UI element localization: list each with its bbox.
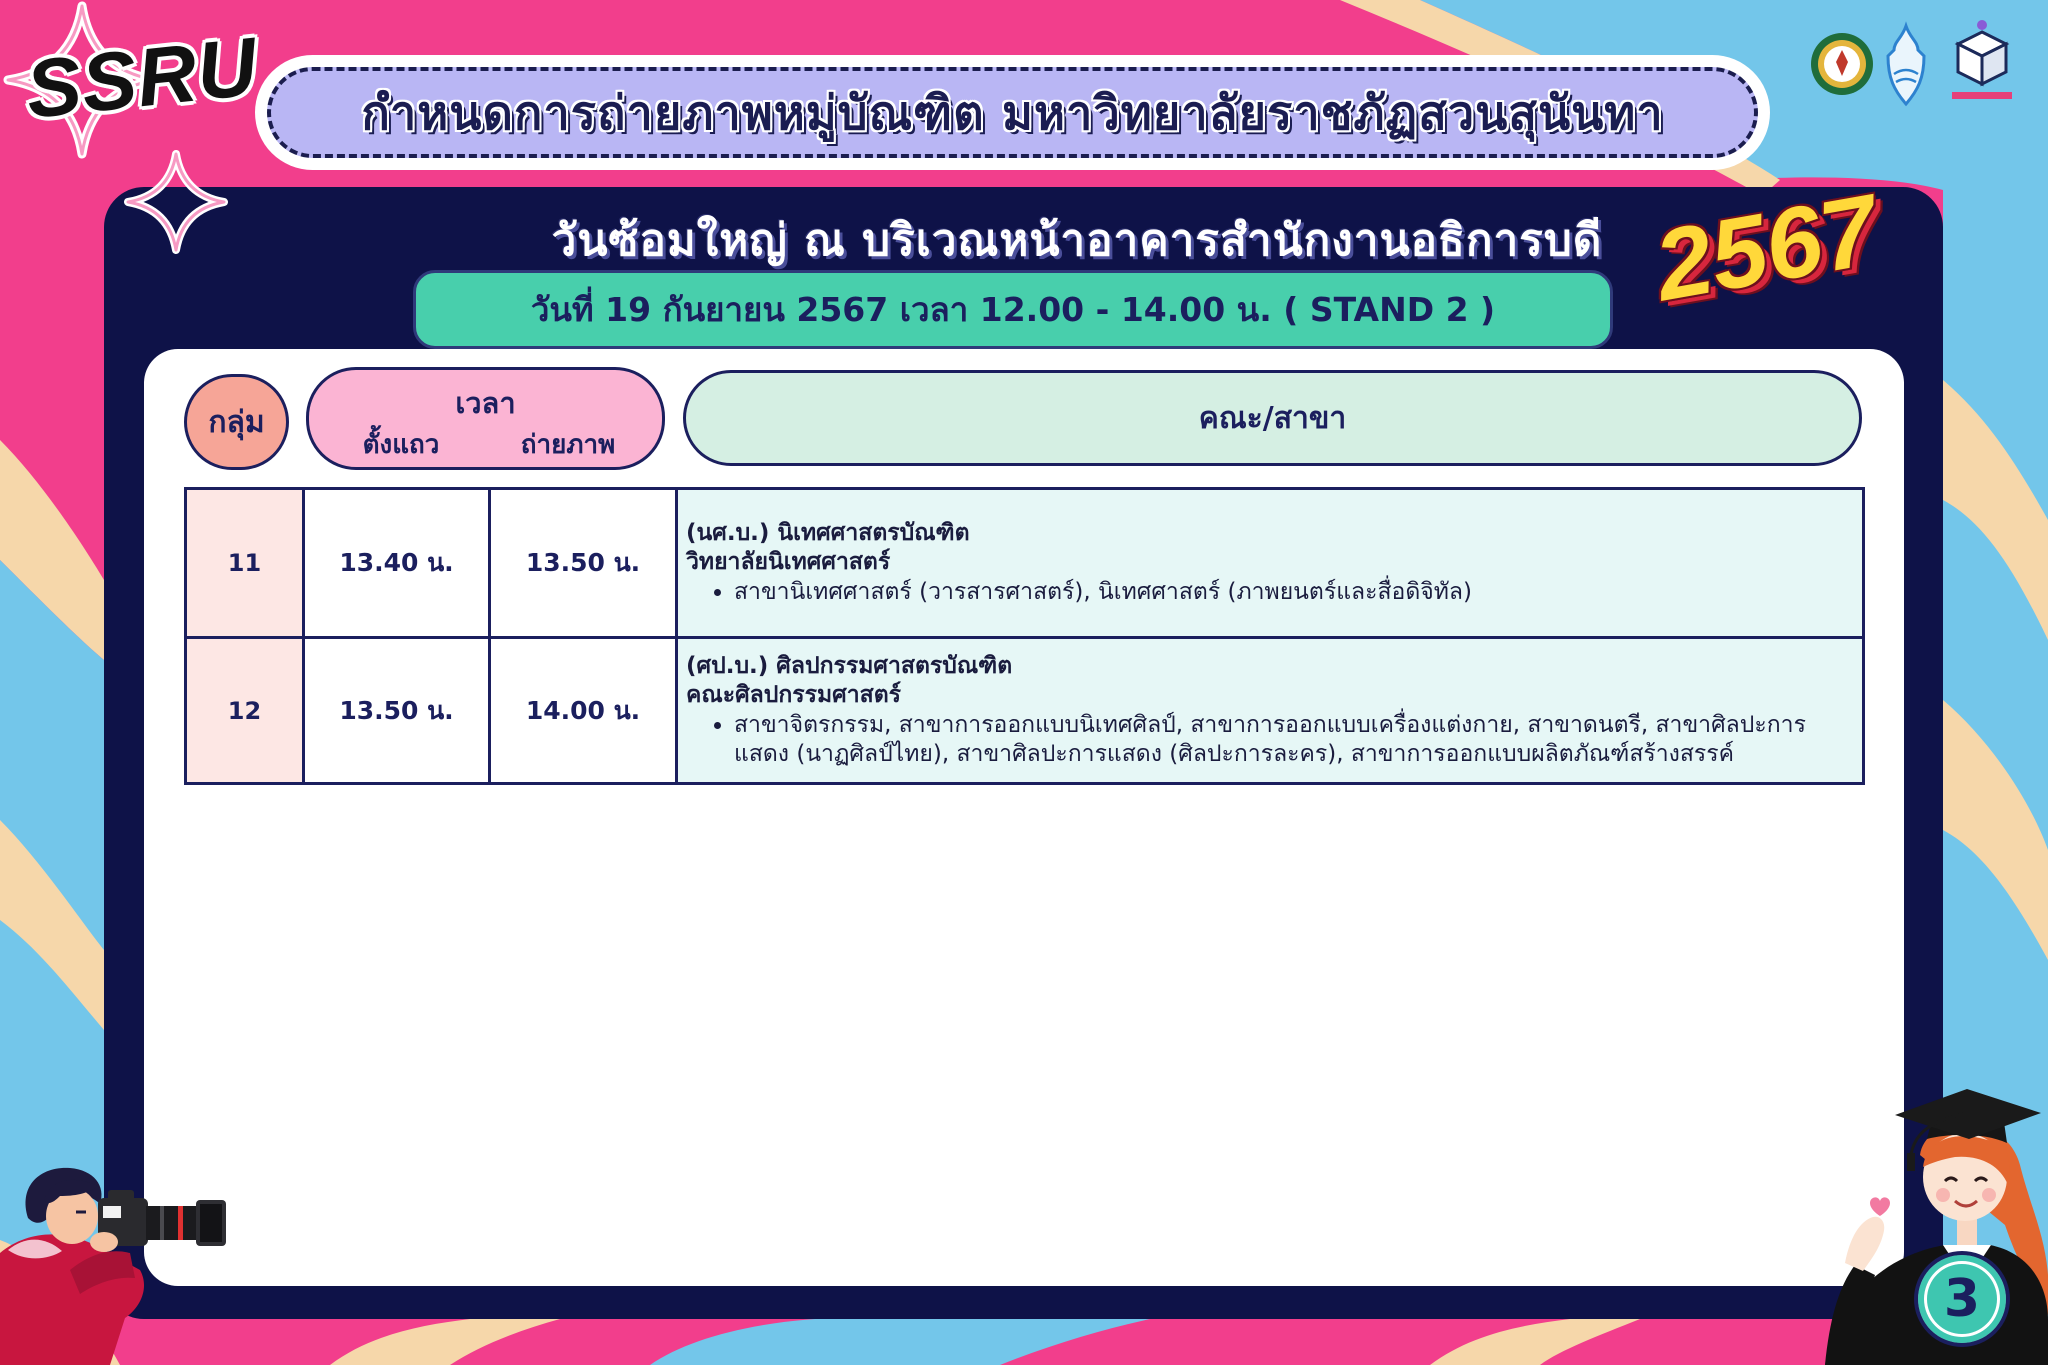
major-list: สาขาจิตรกรรม, สาขาการออกแบบนิเทศศิลป์, ส… (686, 711, 1850, 769)
photographer-illustration (0, 1167, 226, 1365)
queue-time-header-label: ตั้งแถว (362, 430, 440, 460)
photo-time: 14.00 น. (525, 695, 641, 725)
camera-icon (98, 1190, 226, 1246)
emblem-shape (1886, 21, 1926, 107)
group-number: 11 (227, 549, 262, 577)
faculty-cell: (นศ.บ.) นิเทศศาสตรบัณฑิต วิทยาลัยนิเทศศา… (675, 487, 1865, 639)
photo-time: 13.50 น. (525, 548, 641, 577)
time-header-label: เวลา (455, 386, 516, 420)
group-header-label: กลุ่ม (208, 404, 265, 440)
group-cell: 12 (184, 636, 305, 785)
camera-lens (146, 1206, 196, 1240)
lens-glass (200, 1204, 222, 1242)
photo-time-cell: 13.50 น. (488, 487, 678, 639)
queue-time-cell: 13.50 น. (302, 636, 491, 785)
degree-title: (ศป.บ.) ศิลปกรรมศาสตรบัณฑิต (686, 653, 1013, 680)
title-banner-inner: กำหนดการถ่ายภาพหมู่บัณฑิต มหาวิทยาลัยราช… (267, 67, 1758, 158)
title-banner: กำหนดการถ่ายภาพหมู่บัณฑิต มหาวิทยาลัยราช… (255, 55, 1770, 170)
emblem-logo (1886, 21, 1926, 107)
university-seal-logo (1811, 33, 1873, 95)
major-list: สาขานิเทศศาสตร์ (วารสารศาสตร์), นิเทศศาส… (686, 578, 1850, 607)
hand (1845, 1216, 1885, 1271)
schedule-card: กลุ่ม เวลา ตั้งแถว ถ่ายภาพ คณะ/สาขา 11 1… (144, 349, 1904, 1286)
major-list-item: สาขานิเทศศาสตร์ (วารสารศาสตร์), นิเทศศาส… (734, 578, 1850, 607)
group-header: กลุ่ม (184, 374, 289, 470)
cube-logo-bar (1952, 92, 2012, 99)
poster: SSRU กำหนดการถ่ายภาพหมู่บัณฑิต มหาวิทยาล… (0, 0, 2048, 1365)
degree-title: (นศ.บ.) นิเทศศาสตรบัณฑิต (686, 520, 970, 547)
group-cell: 11 (184, 487, 305, 639)
camera-label (103, 1206, 121, 1218)
queue-time-cell: 13.40 น. (302, 487, 491, 639)
faculty-name: คณะศิลปกรรมศาสตร์ (686, 682, 902, 709)
cube-logo (1952, 20, 2012, 99)
page-number-badge: 3 (1914, 1251, 2010, 1347)
faculty-cell: (ศป.บ.) ศิลปกรรมศาสตรบัณฑิต คณะศิลปกรรมศ… (675, 636, 1865, 785)
photo-time-header-label: ถ่ายภาพ (520, 430, 616, 460)
table-row: 11 13.40 น. 13.50 น. (นศ.บ.) นิเทศศาสตรบ… (184, 487, 1865, 639)
hand (90, 1232, 118, 1252)
partner-logos (1811, 20, 2012, 107)
event-subtitle: วันซ้อมใหญ่ ณ บริเวณหน้าอาคารสำนักงานอธิ… (551, 215, 1603, 266)
major-list-item: สาขาจิตรกรรม, สาขาการออกแบบนิเทศศิลป์, ส… (734, 711, 1850, 769)
bottom-beige-wave (330, 1319, 560, 1365)
bottom-beige-swirl (1430, 1319, 1640, 1365)
faculty-header: คณะ/สาขา (683, 370, 1862, 466)
table-row: 12 13.50 น. 14.00 น. (ศป.บ.) ศิลปกรรมศาส… (184, 636, 1865, 785)
group-number: 12 (227, 696, 262, 725)
faculty-name: วิทยาลัยนิเทศศาสตร์ (686, 549, 891, 576)
blush (1936, 1188, 1950, 1202)
page-title: กำหนดการถ่ายภาพหมู่บัณฑิต มหาวิทยาลัยราช… (361, 86, 1664, 141)
cube-logo-star (1977, 20, 1987, 30)
faculty-header-label: คณะ/สาขา (1198, 400, 1347, 436)
sparkle-icon (124, 150, 228, 254)
queue-time: 13.50 น. (339, 695, 454, 725)
schedule-table: 11 13.40 น. 13.50 น. (นศ.บ.) นิเทศศาสตรบ… (184, 487, 1865, 785)
time-header: เวลา ตั้งแถว ถ่ายภาพ (306, 367, 665, 470)
lens-red-ring (178, 1206, 183, 1240)
schedule-date-text: วันที่ 19 กันยายน 2567 เวลา 12.00 - 14.0… (530, 290, 1496, 329)
lens-ring (160, 1206, 164, 1240)
heart-icon (1870, 1197, 1890, 1216)
blush (1982, 1188, 1996, 1202)
tassel (1907, 1153, 1915, 1171)
bottom-blue-wave (650, 1317, 1150, 1365)
photo-time-cell: 14.00 น. (488, 636, 678, 785)
cap-board (1895, 1089, 2041, 1139)
schedule-date-bar: วันที่ 19 กันยายน 2567 เวลา 12.00 - 14.0… (413, 270, 1613, 349)
queue-time: 13.40 น. (339, 548, 454, 577)
